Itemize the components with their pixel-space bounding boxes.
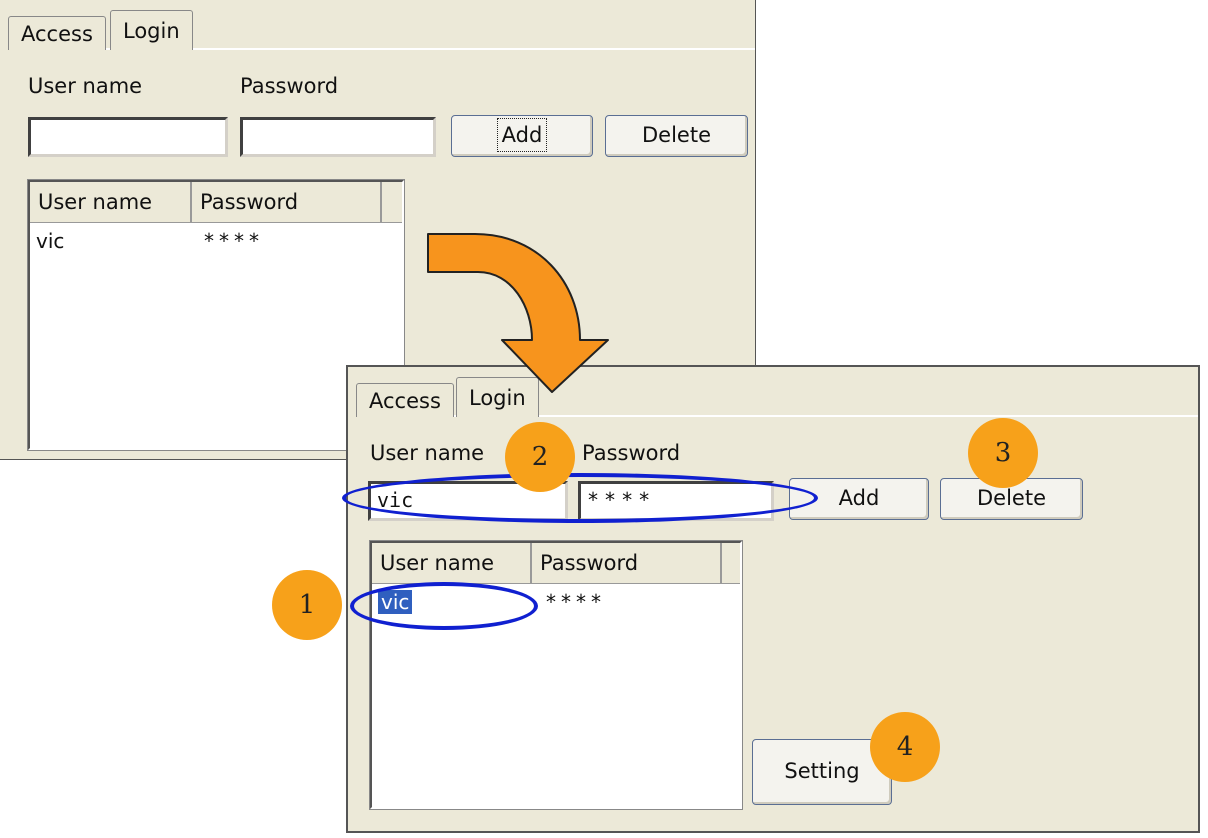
callout-badge-2: 2 (505, 422, 575, 492)
list-item-user: vic (36, 229, 65, 253)
list-item-password: **** (546, 590, 606, 614)
user-list-header: User name Password (30, 182, 402, 223)
tab-login[interactable]: Login (110, 10, 193, 50)
transition-arrow-icon (427, 233, 609, 393)
tab-strip: Access Login (8, 6, 755, 50)
user-list-header: User name Password (372, 543, 740, 584)
delete-button-label: Delete (642, 123, 711, 147)
tab-access[interactable]: Access (8, 16, 106, 50)
callout-badge-4: 4 (870, 712, 940, 782)
add-button-label: Add (496, 118, 548, 152)
column-header-password[interactable]: Password (192, 182, 382, 222)
callout-badge-3: 3 (968, 418, 1038, 488)
column-header-user-name[interactable]: User name (30, 182, 192, 222)
login-dialog-after: Access Login User name Password vic ****… (346, 365, 1200, 833)
add-button[interactable]: Add (789, 478, 929, 520)
list-item-password: **** (204, 229, 264, 253)
password-input[interactable] (240, 117, 436, 157)
list-item[interactable]: vic **** (30, 228, 402, 256)
add-button-label: Add (838, 486, 880, 510)
user-name-label: User name (28, 74, 143, 98)
delete-button[interactable]: Delete (605, 115, 748, 157)
user-name-label: User name (370, 441, 485, 465)
password-input[interactable]: **** (578, 481, 774, 521)
column-header-password[interactable]: Password (532, 543, 722, 583)
password-label: Password (582, 441, 681, 465)
list-item-user-selected: vic (378, 590, 413, 614)
add-button[interactable]: Add (451, 115, 593, 157)
user-list[interactable]: User name Password vic **** (369, 540, 743, 810)
user-name-input[interactable] (28, 117, 228, 157)
delete-button-label: Delete (977, 486, 1046, 510)
setting-button-label: Setting (784, 759, 860, 783)
column-header-user-name[interactable]: User name (372, 543, 532, 583)
callout-badge-1: 1 (272, 570, 342, 640)
password-label: Password (240, 74, 339, 98)
list-item[interactable]: vic **** (372, 589, 740, 617)
